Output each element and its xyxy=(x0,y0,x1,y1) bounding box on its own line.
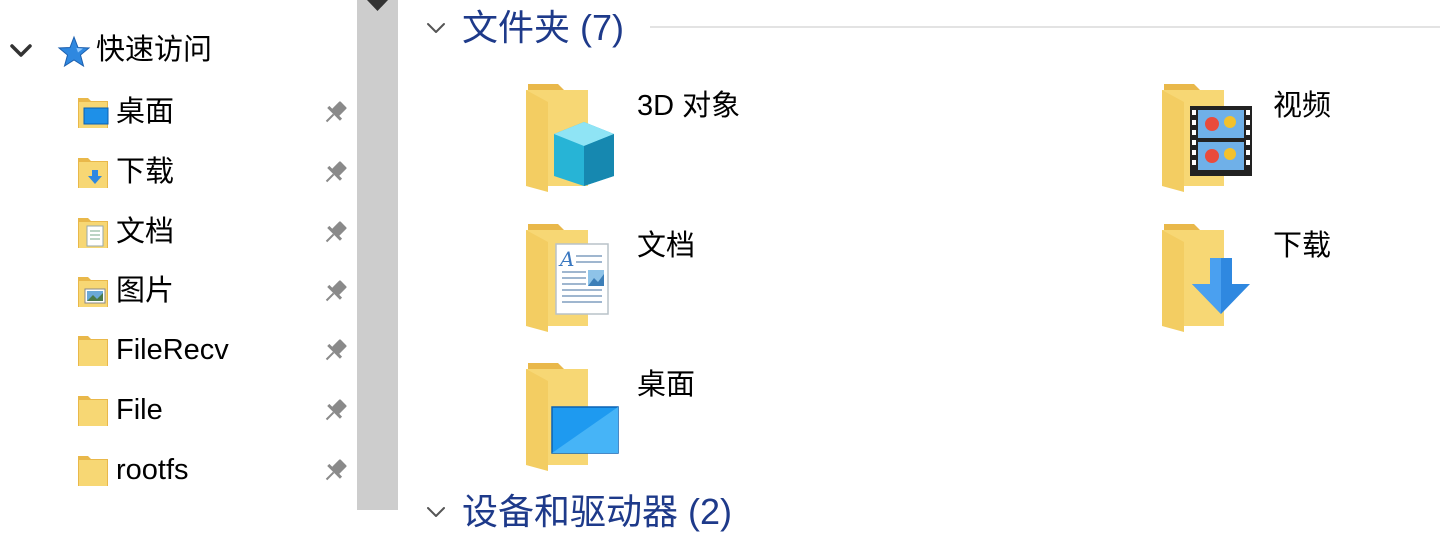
documents-folder-icon xyxy=(78,218,108,248)
group-divider xyxy=(650,26,1440,28)
folder-tile-label: 文档 xyxy=(637,230,696,262)
nav-item-label: File xyxy=(116,394,163,426)
nav-item-pictures[interactable]: 图片 xyxy=(0,261,357,317)
pictures-folder-icon xyxy=(78,277,108,307)
navigation-pane: 快速访问 桌面 下载 文档 图片 FileRecv File rootfs xyxy=(0,0,357,510)
nav-item-label: FileRecv xyxy=(116,334,229,366)
folder-tile-videos[interactable]: 视频 xyxy=(1160,82,1440,212)
group-header-folders[interactable]: 文件夹 (7) xyxy=(398,0,1440,60)
folder-tile-label: 视频 xyxy=(1273,90,1332,122)
folder-tile-3d-objects[interactable]: 3D 对象 xyxy=(524,82,1124,212)
downloads-folder-icon xyxy=(1162,224,1250,332)
chevron-down-icon[interactable] xyxy=(424,500,448,524)
desktop-folder-icon xyxy=(78,98,109,128)
star-pin-icon xyxy=(57,35,91,68)
folder-icon xyxy=(78,396,108,426)
chevron-down-icon[interactable] xyxy=(424,16,448,40)
nav-item-label: 图片 xyxy=(116,275,175,307)
chevron-down-icon[interactable] xyxy=(6,36,36,66)
3d-objects-folder-icon xyxy=(526,84,614,192)
pin-icon[interactable] xyxy=(320,336,350,366)
downloads-folder-icon xyxy=(78,158,108,188)
videos-folder-icon xyxy=(1162,84,1252,192)
folder-tile-label: 3D 对象 xyxy=(637,90,741,122)
folder-tile-label: 桌面 xyxy=(637,369,696,401)
desktop-folder-icon xyxy=(526,363,619,471)
pin-icon[interactable] xyxy=(320,98,350,128)
documents-folder-icon: A xyxy=(526,224,609,332)
nav-item-desktop[interactable]: 桌面 xyxy=(0,82,357,138)
group-header-devices[interactable]: 设备和驱动器 (2) xyxy=(398,488,1440,548)
group-title: 文件夹 (7) xyxy=(462,7,625,48)
nav-item-downloads[interactable]: 下载 xyxy=(0,142,357,198)
nav-item-label: 桌面 xyxy=(116,96,175,128)
folder-icon xyxy=(78,456,108,486)
nav-scrollbar[interactable] xyxy=(357,0,398,510)
nav-item-label: 下载 xyxy=(116,156,175,188)
quick-access-label: 快速访问 xyxy=(96,34,213,66)
svg-text:A: A xyxy=(558,247,574,271)
folder-icon xyxy=(78,336,108,366)
quick-access-node[interactable]: 快速访问 xyxy=(0,22,357,78)
scroll-up-arrow-icon[interactable] xyxy=(357,0,398,14)
group-title: 设备和驱动器 (2) xyxy=(462,491,733,532)
content-pane: 文件夹 (7) 3D 对象 视频 A 文档 下载 桌面 设备和驱动器 (2) xyxy=(398,0,1440,532)
nav-item-filerecv[interactable]: FileRecv xyxy=(0,320,357,376)
pin-icon[interactable] xyxy=(320,158,350,188)
pin-icon[interactable] xyxy=(320,218,350,248)
pin-icon[interactable] xyxy=(320,456,350,486)
nav-item-rootfs[interactable]: rootfs xyxy=(0,440,357,496)
folder-tile-label: 下载 xyxy=(1273,230,1332,262)
nav-item-file[interactable]: File xyxy=(0,380,357,436)
folder-tile-documents[interactable]: A 文档 xyxy=(524,222,1124,352)
nav-item-label: rootfs xyxy=(116,454,189,486)
pin-icon[interactable] xyxy=(320,277,350,307)
pin-icon[interactable] xyxy=(320,396,350,426)
folder-tile-downloads[interactable]: 下载 xyxy=(1160,222,1440,352)
nav-item-label: 文档 xyxy=(116,216,175,248)
nav-item-documents[interactable]: 文档 xyxy=(0,202,357,258)
folder-tile-desktop[interactable]: 桌面 xyxy=(524,361,1124,491)
